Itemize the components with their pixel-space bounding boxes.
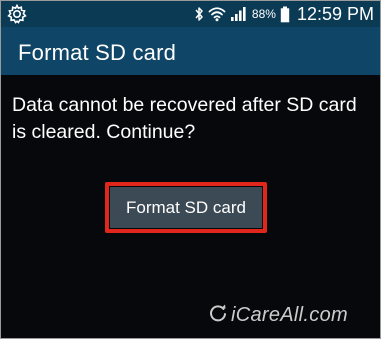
refresh-logo-icon: [208, 303, 228, 328]
status-icons: 88% 12:59 PM: [194, 1, 374, 27]
watermark-text: iCareAll.com: [231, 304, 348, 326]
battery-icon: [280, 6, 290, 23]
watermark: iCareAll.com: [208, 303, 348, 328]
format-sd-card-button[interactable]: Format SD card: [110, 187, 262, 228]
dialog-body: Data cannot be recovered after SD card i…: [1, 75, 380, 338]
dialog-title: Format SD card: [18, 40, 177, 65]
status-clock: 12:59 PM: [296, 3, 374, 24]
dialog-header: Format SD card: [1, 27, 380, 75]
battery-percent: 88%: [251, 7, 276, 21]
settings-gear-icon: [7, 3, 27, 24]
bluetooth-icon: [194, 6, 204, 22]
signal-icon: [230, 6, 246, 22]
status-bar: 88% 12:59 PM: [1, 1, 380, 27]
screenshot-frame: 88% 12:59 PM Format SD card Data cannot …: [0, 0, 381, 339]
dialog-message: Data cannot be recovered after SD card i…: [12, 94, 357, 143]
wifi-icon: [208, 6, 226, 22]
